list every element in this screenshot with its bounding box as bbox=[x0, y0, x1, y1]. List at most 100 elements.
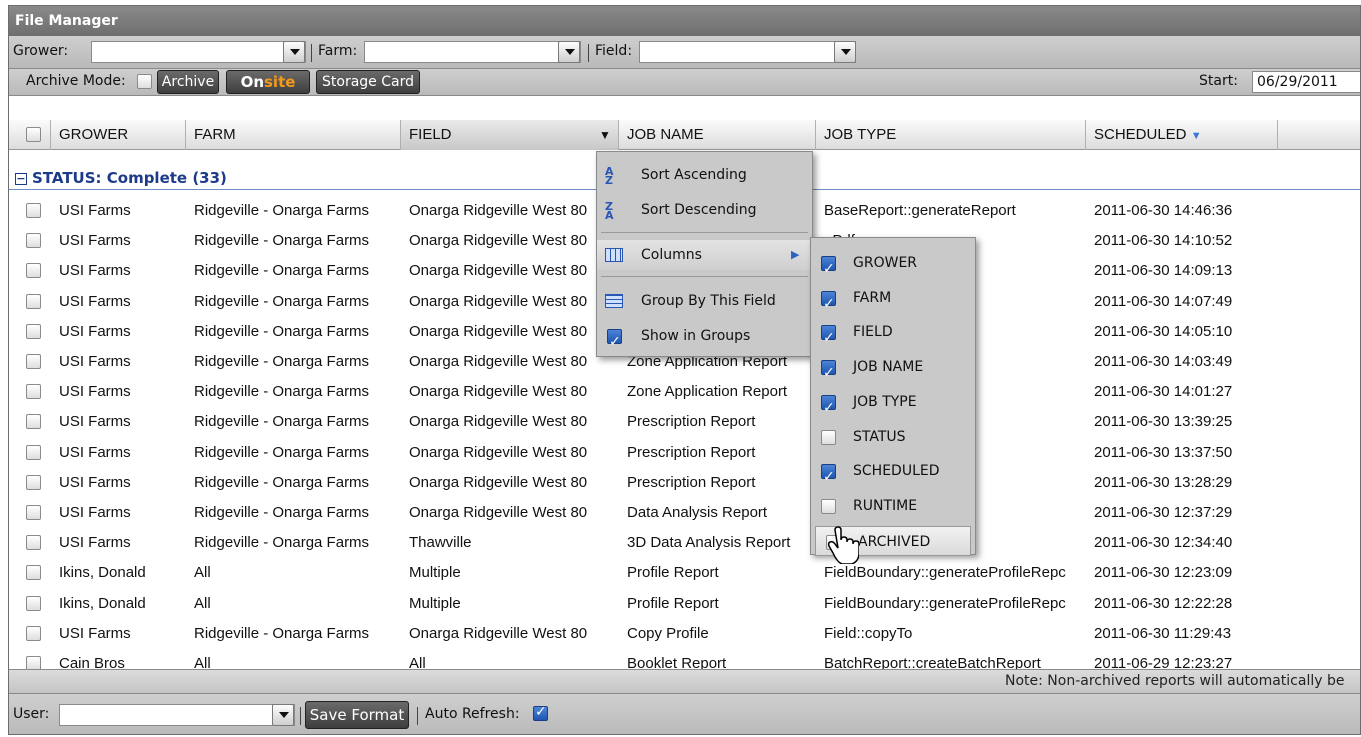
cell-field: Onarga Ridgeville West 80 bbox=[409, 443, 588, 461]
auto-refresh-checkbox[interactable] bbox=[533, 704, 548, 721]
collapse-group-icon[interactable]: − bbox=[15, 173, 27, 185]
cell-scheduled: 2011-06-30 14:10:52 bbox=[1094, 232, 1233, 250]
column-header-farm[interactable]: FARM bbox=[186, 120, 401, 150]
cell-field: Onarga Ridgeville West 80 bbox=[409, 292, 588, 310]
column-visibility-checkbox[interactable] bbox=[821, 393, 836, 423]
onsite-button[interactable]: Onsite bbox=[226, 70, 310, 94]
row-checkbox[interactable] bbox=[26, 233, 41, 249]
row-checkbox[interactable] bbox=[26, 323, 41, 339]
start-date-field[interactable]: 06/29/2011 bbox=[1252, 71, 1360, 93]
row-checkbox[interactable] bbox=[26, 444, 41, 460]
group-by-label: Group By This Field bbox=[641, 293, 776, 309]
column-header-field[interactable]: FIELD ▼ bbox=[401, 120, 619, 150]
row-checkbox[interactable] bbox=[26, 565, 41, 581]
group-label: STATUS: Complete (33) bbox=[32, 169, 227, 187]
column-visibility-checkbox[interactable] bbox=[821, 254, 836, 284]
column-header-scheduled[interactable]: SCHEDULED ▼ bbox=[1086, 120, 1278, 150]
table-row[interactable]: USI Farms Ridgeville - Onarga Farms Onarga… bbox=[9, 498, 1360, 528]
submenu-item-scheduled[interactable]: SCHEDULED bbox=[811, 456, 975, 492]
submenu-item-job-name[interactable]: JOB NAME bbox=[811, 352, 975, 388]
row-checkbox[interactable] bbox=[26, 414, 41, 430]
farm-combo[interactable] bbox=[364, 41, 581, 63]
column-header-job-name[interactable]: JOB NAME bbox=[619, 120, 816, 150]
row-checkbox[interactable] bbox=[26, 535, 41, 551]
row-checkbox[interactable] bbox=[26, 354, 41, 369]
cell-field: Onarga Ridgeville West 80 bbox=[409, 413, 588, 431]
cell-job-type: FieldBoundary::generateProfileRepc bbox=[824, 564, 1066, 582]
row-checkbox[interactable] bbox=[26, 505, 41, 520]
start-date-value: 06/29/2011 bbox=[1257, 74, 1338, 90]
submenu-item-status[interactable]: STATUS bbox=[811, 422, 975, 452]
column-visibility-checkbox[interactable] bbox=[821, 498, 836, 514]
archive-mode-checkbox[interactable] bbox=[137, 74, 152, 89]
cell-job-name: Copy Profile bbox=[627, 624, 709, 642]
cell-job-type: BaseReport::generateReport bbox=[824, 202, 1016, 219]
cell-job-name: Profile Report bbox=[627, 594, 719, 612]
submenu-item-field[interactable]: FIELD bbox=[811, 317, 975, 353]
archive-bar: Archive Mode: Archive Onsite Storage Car… bbox=[9, 69, 1360, 96]
cell-job-name: Prescription Report bbox=[627, 443, 756, 461]
cell-field: Onarga Ridgeville West 80 bbox=[409, 262, 588, 280]
menu-item-columns[interactable]: Columns ▶ bbox=[597, 240, 812, 270]
sort-descending-label: Sort Descending bbox=[641, 202, 757, 218]
storage-card-button[interactable]: Storage Card bbox=[316, 70, 420, 94]
field-dropdown-icon[interactable] bbox=[834, 41, 856, 63]
archive-button[interactable]: Archive bbox=[157, 70, 219, 94]
cell-farm: Ridgeville - Onarga Farms bbox=[194, 353, 370, 370]
submenu-item-label: STATUS bbox=[853, 428, 906, 445]
field-combo[interactable] bbox=[639, 41, 856, 63]
table-row[interactable]: Ikins, Donald All Multiple Profile Report Fi… bbox=[9, 589, 1360, 619]
submenu-item-label: SCHEDULED bbox=[853, 463, 940, 480]
menu-item-sort-descending[interactable]: ZA Sort Descending bbox=[597, 195, 812, 225]
grower-dropdown-icon[interactable] bbox=[283, 41, 305, 63]
submenu-item-farm[interactable]: FARM bbox=[811, 283, 975, 319]
row-checkbox[interactable] bbox=[26, 474, 41, 490]
row-checkbox[interactable] bbox=[26, 625, 41, 641]
cell-scheduled: 2011-06-30 14:03:49 bbox=[1094, 353, 1233, 370]
row-checkbox[interactable] bbox=[26, 595, 41, 611]
user-dropdown-icon[interactable] bbox=[272, 704, 294, 726]
table-row[interactable]: USI Farms Ridgeville - Onarga Farms Thawvi… bbox=[9, 528, 1360, 558]
table-row[interactable]: USI Farms Ridgeville - Onarga Farms Onarga… bbox=[9, 377, 1360, 407]
column-visibility-checkbox[interactable] bbox=[821, 358, 836, 388]
select-all-checkbox[interactable] bbox=[26, 127, 41, 142]
menu-item-sort-ascending[interactable]: AZ Sort Ascending bbox=[597, 160, 812, 190]
row-checkbox[interactable] bbox=[26, 293, 41, 309]
grower-combo[interactable] bbox=[91, 41, 306, 63]
separator bbox=[300, 707, 301, 725]
column-visibility-checkbox[interactable] bbox=[821, 323, 836, 353]
menu-item-show-in-groups[interactable]: Show in Groups bbox=[597, 321, 812, 357]
menu-separator bbox=[601, 276, 808, 277]
submenu-item-label: JOB NAME bbox=[853, 359, 924, 376]
column-header-job-type[interactable]: JOB TYPE bbox=[816, 120, 1086, 150]
cell-grower: USI Farms bbox=[59, 322, 131, 340]
user-combo[interactable] bbox=[59, 704, 295, 726]
table-row[interactable]: USI Farms Ridgeville - Onarga Farms Onarga… bbox=[9, 407, 1360, 437]
save-format-button[interactable]: Save Format bbox=[305, 701, 409, 729]
farm-dropdown-icon[interactable] bbox=[558, 41, 580, 63]
cell-grower: USI Farms bbox=[59, 262, 131, 280]
group-by-icon bbox=[605, 294, 623, 308]
column-header-grower[interactable]: GROWER bbox=[51, 120, 186, 150]
table-row[interactable]: USI Farms Ridgeville - Onarga Farms Onarga… bbox=[9, 438, 1360, 468]
row-checkbox[interactable] bbox=[26, 263, 41, 279]
submenu-item-grower[interactable]: GROWER bbox=[811, 248, 975, 284]
cell-field: Onarga Ridgeville West 80 bbox=[409, 473, 588, 491]
cell-field: Onarga Ridgeville West 80 bbox=[409, 232, 588, 250]
cell-farm: Ridgeville - Onarga Farms bbox=[194, 202, 370, 219]
menu-item-group-by[interactable]: Group By This Field bbox=[597, 286, 812, 316]
table-row[interactable]: USI Farms Ridgeville - Onarga Farms Onarga… bbox=[9, 619, 1360, 649]
column-visibility-checkbox[interactable] bbox=[821, 429, 836, 445]
submenu-item-label: GROWER bbox=[853, 255, 918, 271]
column-menu-arrow-icon[interactable]: ▼ bbox=[599, 120, 611, 150]
table-row[interactable]: Ikins, Donald All Multiple Profile Report Fi… bbox=[9, 558, 1360, 588]
cell-grower: USI Farms bbox=[59, 534, 131, 552]
submenu-item-runtime[interactable]: RUNTIME bbox=[811, 491, 975, 521]
column-visibility-checkbox[interactable] bbox=[821, 289, 836, 319]
row-checkbox[interactable] bbox=[26, 203, 41, 218]
table-row[interactable]: USI Farms Ridgeville - Onarga Farms Onarga… bbox=[9, 468, 1360, 498]
show-in-groups-checkbox[interactable] bbox=[607, 327, 622, 357]
row-checkbox[interactable] bbox=[26, 384, 41, 400]
submenu-item-job-type[interactable]: JOB TYPE bbox=[811, 387, 975, 423]
column-visibility-checkbox[interactable] bbox=[821, 462, 836, 492]
